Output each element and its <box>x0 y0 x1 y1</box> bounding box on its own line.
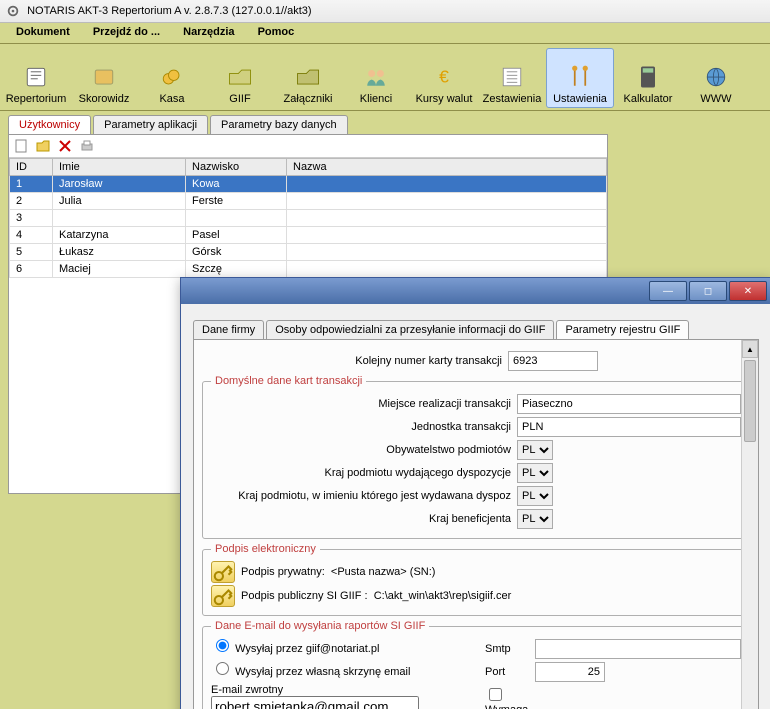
titlebar: NOTARIS AKT-3 Repertorium A v. 2.8.7.3 (… <box>0 0 770 23</box>
table-row[interactable]: 2JuliaFerste <box>10 193 607 210</box>
tb-giif[interactable]: GIIF <box>206 48 274 108</box>
svg-text:€: € <box>439 66 449 86</box>
group-email: Dane E-mail do wysyłania raportów SI GII… <box>202 620 750 709</box>
sig-pub-value: C:\akt_win\akt3\rep\sigiif.cer <box>374 590 512 602</box>
table-row[interactable]: 1JarosławKowa <box>10 176 607 193</box>
maximize-button[interactable]: ◻ <box>689 281 727 301</box>
table-row[interactable]: 6MaciejSzczę <box>10 261 607 278</box>
radio-own[interactable]: Wysyłaj przez własną skrzynę email <box>211 666 410 678</box>
menu-dokument[interactable]: Dokument <box>6 23 80 41</box>
minimize-button[interactable]: — <box>649 281 687 301</box>
tb-ustawienia[interactable]: Ustawienia <box>546 48 614 108</box>
users-table: ID Imie Nazwisko Nazwa 1JarosławKowa 2Ju… <box>9 158 607 278</box>
kraj-wyd-select[interactable]: PL <box>517 463 553 483</box>
panel-scrollbar[interactable]: ▲ ▼ <box>741 340 758 709</box>
kolejny-label: Kolejny numer karty transakcji <box>202 355 508 367</box>
group-signature: Podpis elektroniczny Podpis prywatny: <P… <box>202 543 750 616</box>
email-return-input[interactable] <box>211 696 419 709</box>
tab-dane-firmy[interactable]: Dane firmy <box>193 320 264 339</box>
key-icon[interactable] <box>211 561 235 583</box>
tb-kasa[interactable]: Kasa <box>138 48 206 108</box>
menu-przejdz[interactable]: Przejdź do ... <box>83 23 170 41</box>
dialog-tabs: Dane firmy Osoby odpowiedzialni za przes… <box>193 320 759 339</box>
group-email-legend: Dane E-mail do wysyłania raportów SI GII… <box>211 620 429 632</box>
tb-klienci[interactable]: Klienci <box>342 48 410 108</box>
settings-dialog: — ◻ ✕ Dane firmy Osoby odpowiedzialni za… <box>180 277 770 709</box>
col-nazwa[interactable]: Nazwa <box>287 159 607 176</box>
giif-panel: Kolejny numer karty transakcji Domyślne … <box>193 339 759 709</box>
kolejny-input[interactable] <box>508 351 598 371</box>
app-icon <box>6 4 20 18</box>
menu-narzedzia[interactable]: Narzędzia <box>173 23 244 41</box>
tab-param-giif[interactable]: Parametry rejestru GIIF <box>556 320 689 339</box>
port-input[interactable] <box>535 662 605 682</box>
dialog-titlebar[interactable]: — ◻ ✕ <box>181 278 770 304</box>
folder-icon[interactable] <box>35 138 51 154</box>
menubar: Dokument Przejdź do ... Narzędzia Pomoc <box>0 23 770 44</box>
obywatelstwo-select[interactable]: PL <box>517 440 553 460</box>
table-row[interactable]: 4KatarzynaPasel <box>10 227 607 244</box>
tb-www[interactable]: WWW <box>682 48 750 108</box>
kraj-imieniu-select[interactable]: PL <box>517 486 553 506</box>
scroll-thumb[interactable] <box>744 360 756 442</box>
tab-param-app[interactable]: Parametry aplikacji <box>93 115 208 134</box>
group-default-legend: Domyślne dane kart transakcji <box>211 375 366 387</box>
tab-uzytkownicy[interactable]: Użytkownicy <box>8 115 91 134</box>
email-return-label: E-mail zwrotny <box>211 684 467 696</box>
sig-priv-label: Podpis prywatny: <box>241 566 325 578</box>
delete-icon[interactable] <box>57 138 73 154</box>
toolbar: Repertorium Skorowidz Kasa GIIF Załączni… <box>0 44 770 111</box>
smtp-input[interactable] <box>535 639 741 659</box>
group-default-data: Domyślne dane kart transakcji Miejsce re… <box>202 375 750 539</box>
scroll-up-icon[interactable]: ▲ <box>742 340 758 358</box>
key-icon[interactable] <box>211 585 235 607</box>
tab-osoby[interactable]: Osoby odpowiedzialni za przesyłanie info… <box>266 320 554 339</box>
table-row[interactable]: 5ŁukaszGórsk <box>10 244 607 261</box>
col-id[interactable]: ID <box>10 159 53 176</box>
tb-kursy[interactable]: €Kursy walut <box>410 48 478 108</box>
window-title: NOTARIS AKT-3 Repertorium A v. 2.8.7.3 (… <box>27 5 312 17</box>
miejsce-input[interactable] <box>517 394 741 414</box>
auth-checkbox[interactable]: Wymaga uwierzytelniania <box>485 685 535 709</box>
sig-pub-label: Podpis publiczny SI GIIF : <box>241 590 368 602</box>
radio-giif[interactable]: Wysyłaj przez giif@notariat.pl <box>211 643 379 655</box>
tb-zestawienia[interactable]: Zestawienia <box>478 48 546 108</box>
kraj-benef-select[interactable]: PL <box>517 509 553 529</box>
jednostka-input[interactable] <box>517 417 741 437</box>
main-tabs: Użytkownicy Parametry aplikacji Parametr… <box>8 115 762 134</box>
tb-repertorium[interactable]: Repertorium <box>2 48 70 108</box>
menu-pomoc[interactable]: Pomoc <box>248 23 305 41</box>
sig-priv-value: <Pusta nazwa> (SN:) <box>331 566 436 578</box>
tb-skorowidz[interactable]: Skorowidz <box>70 48 138 108</box>
print-icon[interactable] <box>79 138 95 154</box>
tab-param-db[interactable]: Parametry bazy danych <box>210 115 348 134</box>
tb-kalkulator[interactable]: Kalkulator <box>614 48 682 108</box>
group-sig-legend: Podpis elektroniczny <box>211 543 320 555</box>
close-button[interactable]: ✕ <box>729 281 767 301</box>
col-imie[interactable]: Imie <box>53 159 186 176</box>
col-nazwisko[interactable]: Nazwisko <box>186 159 287 176</box>
add-icon[interactable] <box>13 138 29 154</box>
tb-zalaczniki[interactable]: Załączniki <box>274 48 342 108</box>
table-row[interactable]: 3 <box>10 210 607 227</box>
